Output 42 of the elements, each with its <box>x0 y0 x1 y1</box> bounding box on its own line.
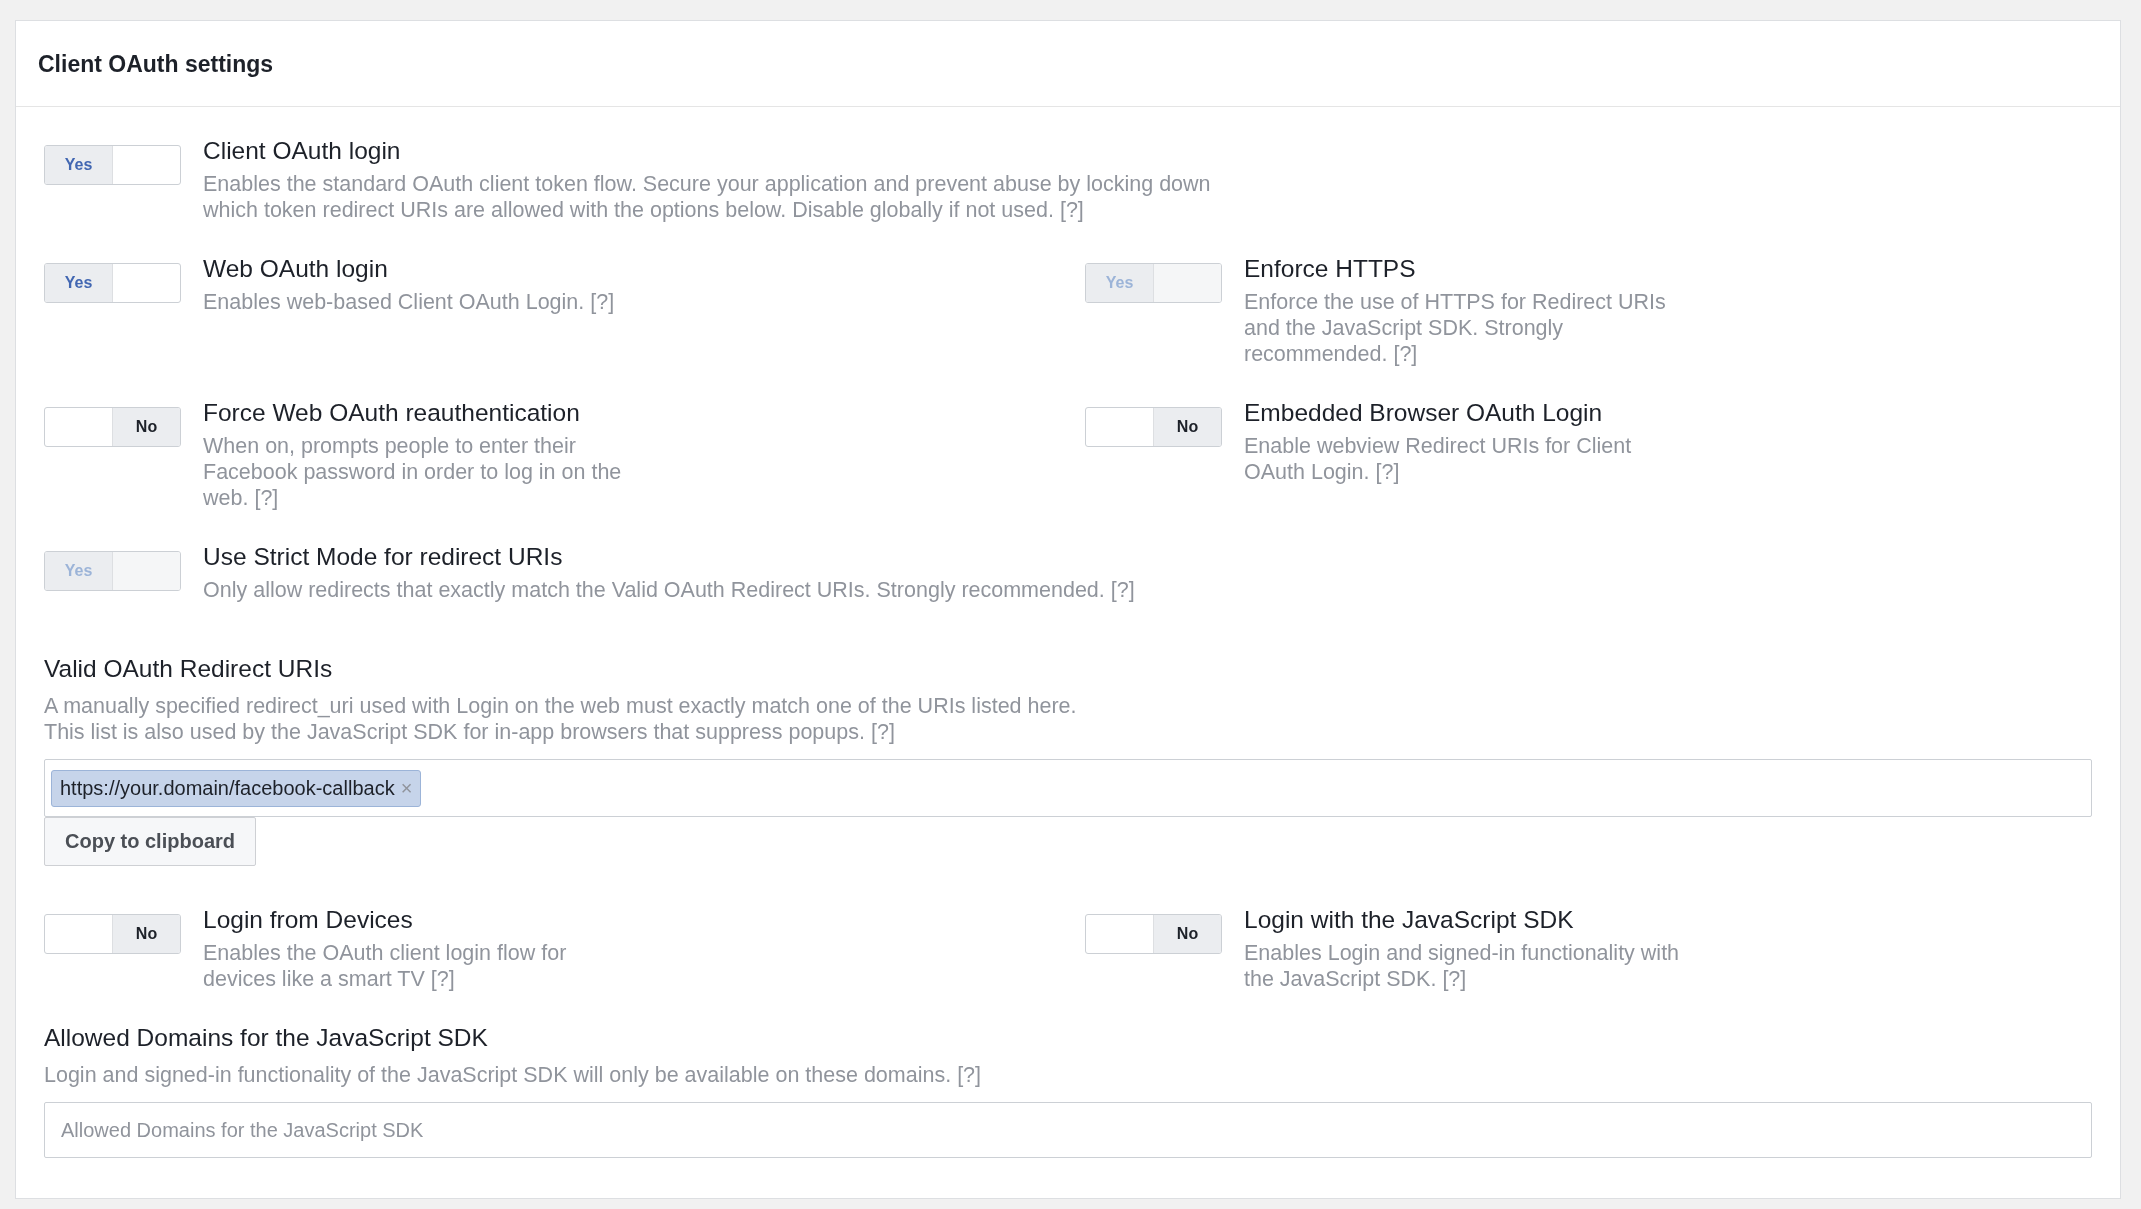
section-description: A manually specified redirect_uri used with Login on the web must exactly match one of the URIs listed here. This list is also used by the JavaScript SDK for in-app browsers that suppress popups. [?] <box>44 693 1078 745</box>
setting-title: Use Strict Mode for redirect URIs <box>203 543 564 571</box>
setting-description: When on, prompts people to enter their Facebook password in order to log in on the web. [?] <box>203 433 623 511</box>
help-link[interactable]: [?] <box>1393 342 1418 366</box>
toggle-switch[interactable]: Yes <box>44 145 181 185</box>
toggle-switch[interactable]: No <box>1085 914 1222 954</box>
setting-title: Login with the JavaScript SDK <box>1244 906 1575 934</box>
help-link[interactable]: [?] <box>870 720 895 744</box>
domains-input[interactable]: Allowed Domains for the JavaScript SDK <box>44 1102 2092 1158</box>
help-link[interactable]: [?] <box>430 967 455 991</box>
setting-description: Enable webview Redirect URIs for Client OAuth Login. [?] <box>1244 433 1633 485</box>
uri-token: https://your.domain/facebook-callback × <box>51 769 422 807</box>
help-link[interactable]: [?] <box>957 1063 982 1087</box>
setting-description: Enables the OAuth client login flow for devices like a smart TV [?] <box>203 940 568 992</box>
setting-title: Embedded Browser OAuth Login <box>1244 399 1604 427</box>
help-link[interactable]: [?] <box>1375 460 1400 484</box>
setting-description: Only allow redirects that exactly match the Valid OAuth Redirect URIs. Strongly recommended. [?] <box>203 577 1135 603</box>
uri-field[interactable]: https://your.domain/facebook-callback × <box>44 759 2092 817</box>
section-title: Valid OAuth Redirect URIs <box>44 655 334 683</box>
help-link[interactable]: [?] <box>254 486 279 510</box>
toggle-switch[interactable]: No <box>44 407 181 447</box>
help-link[interactable]: [?] <box>1110 578 1135 602</box>
section-title: Allowed Domains for the JavaScript SDK <box>44 1024 489 1052</box>
setting-description: Enables Login and signed-in functionality with the JavaScript SDK. [?] <box>1244 940 1681 992</box>
help-link[interactable]: [?] <box>1442 967 1467 991</box>
setting-description: Enables the standard OAuth client token flow. Secure your application and prevent abuse by locking down which token redirect URIs are allowed with the options below. Disable globally if not used. [?] <box>203 171 1212 223</box>
toggle-switch[interactable]: No <box>1085 407 1222 447</box>
setting-title: Force Web OAuth reauthentication <box>203 399 581 427</box>
setting-description: Enables web-based Client OAuth Login. [?] <box>203 289 615 315</box>
copy-button[interactable]: Copy to clipboard <box>44 817 256 866</box>
help-link[interactable]: [?] <box>590 290 615 314</box>
setting-title: Web OAuth login <box>203 255 389 283</box>
section-description: Login and signed-in functionality of the JavaScript SDK will only be available on these domains. [?] <box>44 1062 983 1088</box>
help-link[interactable]: [?] <box>1059 198 1084 222</box>
panel-title: Client OAuth settings <box>38 51 274 77</box>
setting-title: Login from Devices <box>203 906 414 934</box>
toggle-switch[interactable]: No <box>44 914 181 954</box>
setting-description: Enforce the use of HTTPS for Redirect URIs and the JavaScript SDK. Strongly recommended. [?] <box>1244 289 1667 367</box>
setting-title: Enforce HTTPS <box>1244 255 1417 283</box>
setting-title: Client OAuth login <box>203 137 402 165</box>
toggle-switch[interactable]: Yes <box>44 263 181 303</box>
remove-icon[interactable]: × <box>400 776 413 800</box>
